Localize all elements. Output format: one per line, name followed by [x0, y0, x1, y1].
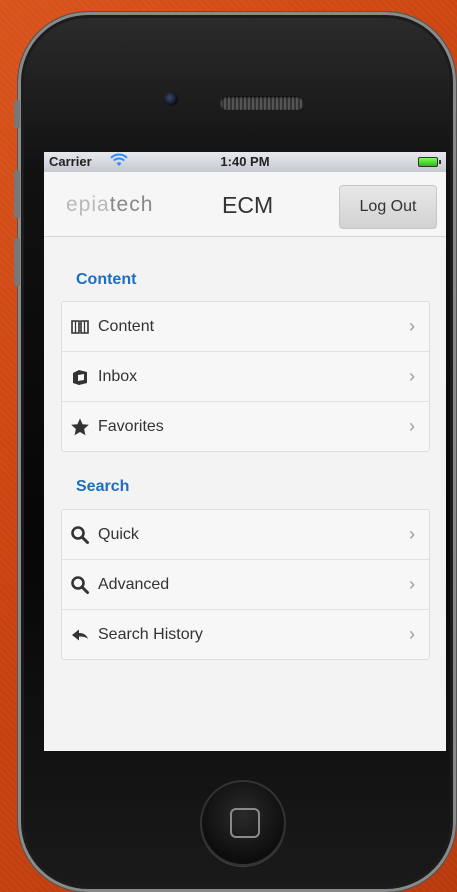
- list-item-search-history[interactable]: Search History ›: [62, 610, 429, 659]
- back-arrow-icon: [70, 625, 90, 645]
- inbox-icon: [70, 367, 90, 387]
- chevron-right-icon: ›: [409, 624, 415, 644]
- chevron-right-icon: ›: [409, 416, 415, 436]
- list-item-label: Search History: [98, 626, 203, 643]
- app-header: epiatech ECM Log Out: [44, 172, 446, 237]
- front-camera: [164, 92, 178, 106]
- screen: Carrier 1:40 PM epiatech ECM Log Out Con…: [44, 152, 446, 751]
- chevron-right-icon: ›: [409, 524, 415, 544]
- list-item-label: Quick: [98, 526, 139, 543]
- list-item-label: Advanced: [98, 576, 170, 593]
- logo-text-b: tech: [109, 193, 154, 216]
- silent-switch: [14, 100, 20, 128]
- list-item-label: Content: [98, 318, 155, 335]
- search-icon: [70, 575, 90, 595]
- list-item-label: Favorites: [98, 418, 164, 435]
- log-out-button[interactable]: Log Out: [339, 185, 437, 229]
- search-list: Quick › Advanced › Search History ›: [61, 509, 430, 660]
- section-title-search: Search: [76, 478, 130, 495]
- section-title-content: Content: [76, 271, 137, 288]
- chevron-right-icon: ›: [409, 316, 415, 336]
- list-item-inbox[interactable]: Inbox ›: [62, 352, 429, 402]
- home-button[interactable]: [200, 780, 286, 866]
- chevron-right-icon: ›: [409, 574, 415, 594]
- volume-up-button: [14, 170, 20, 218]
- page-title: ECM: [222, 192, 274, 218]
- volume-down-button: [14, 238, 20, 286]
- battery-icon: [418, 157, 441, 167]
- book-icon: [70, 317, 90, 337]
- epiatech-logo: epiatech: [66, 193, 153, 217]
- list-item-content[interactable]: Content ›: [62, 302, 429, 352]
- list-item-label: Inbox: [98, 368, 138, 385]
- search-icon: [70, 525, 90, 545]
- home-square-icon: [230, 808, 260, 838]
- list-item-advanced[interactable]: Advanced ›: [62, 560, 429, 610]
- star-icon: [70, 417, 90, 437]
- clock-time: 1:40 PM: [220, 154, 270, 169]
- logo-text-a: epia: [66, 193, 110, 216]
- list-item-favorites[interactable]: Favorites ›: [62, 402, 429, 451]
- chevron-right-icon: ›: [409, 366, 415, 386]
- list-item-quick[interactable]: Quick ›: [62, 510, 429, 560]
- earpiece-speaker: [220, 96, 304, 110]
- status-bar: Carrier 1:40 PM: [44, 152, 446, 172]
- content-list: Content › Inbox › Favorites ›: [61, 301, 430, 452]
